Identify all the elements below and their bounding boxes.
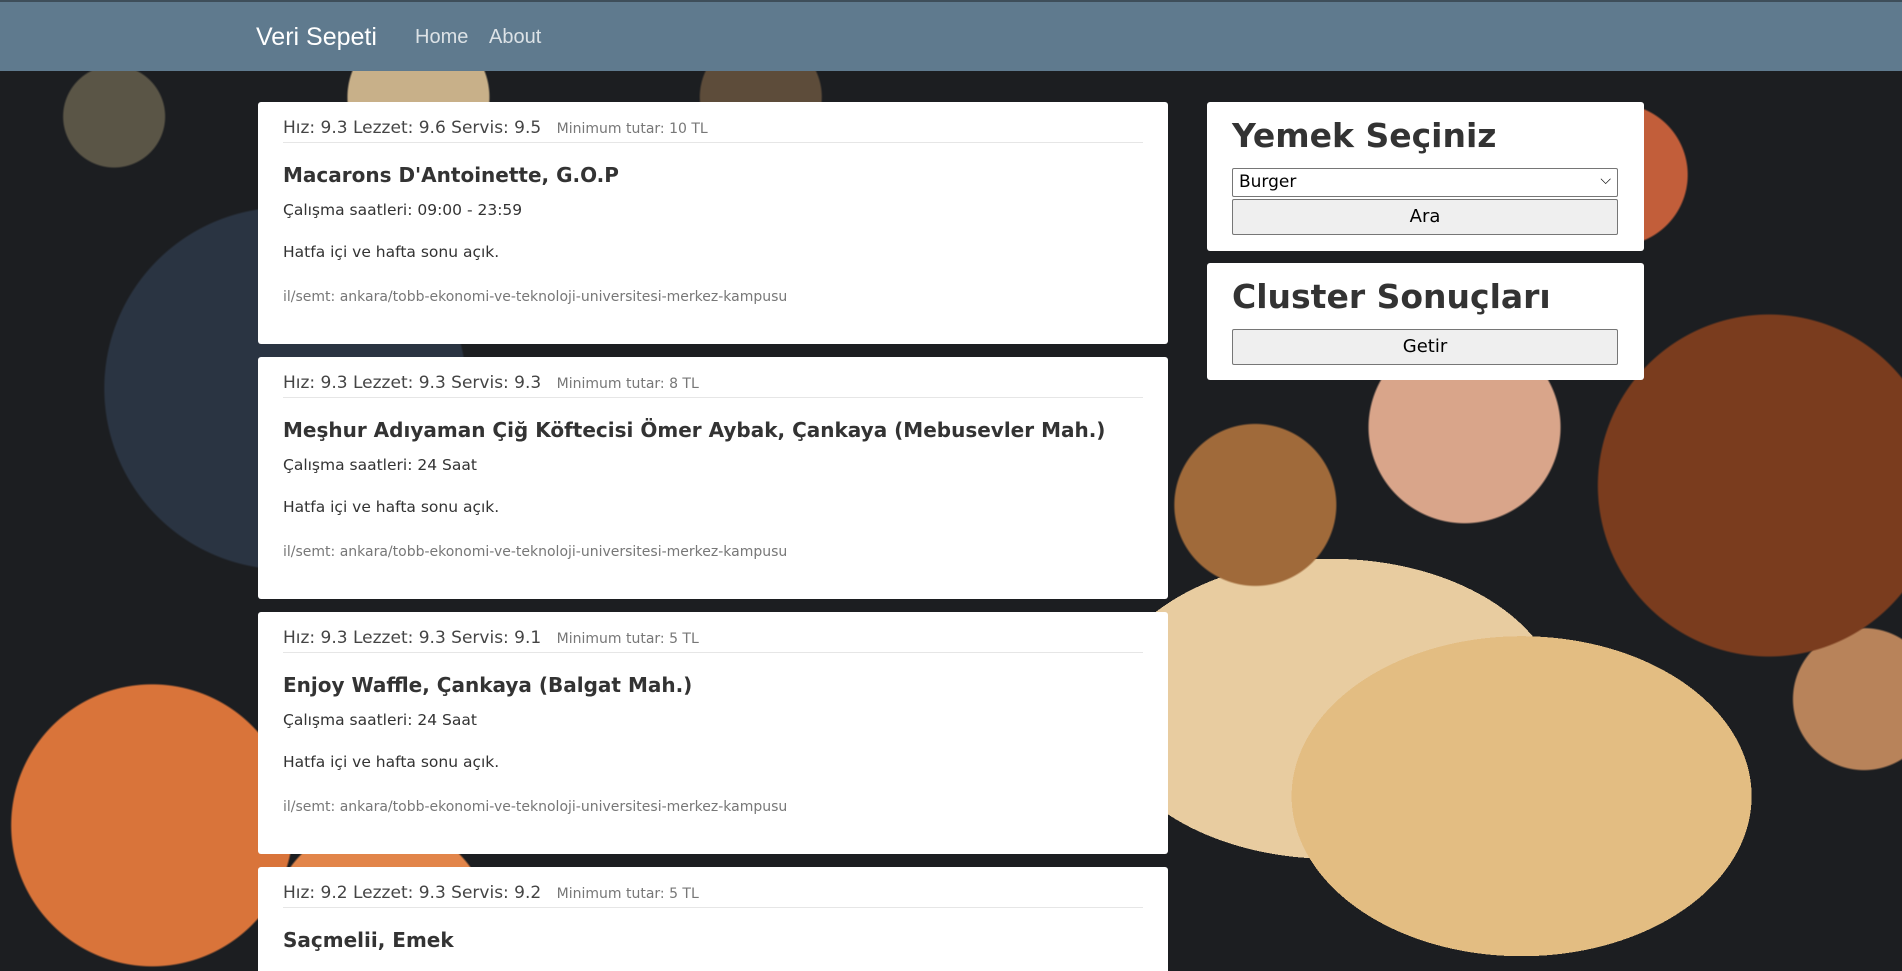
- restaurant-card: Hız: 9.3 Lezzet: 9.3 Servis: 9.3 Minimum…: [258, 357, 1168, 599]
- food-select-value: Burger: [1239, 172, 1297, 192]
- fetch-button[interactable]: Getir: [1232, 329, 1618, 365]
- minimum-amount: Minimum tutar: 5 TL: [556, 886, 699, 902]
- search-button[interactable]: Ara: [1232, 199, 1618, 235]
- location-text: il/semt: ankara/tobb-ekonomi-ve-teknoloj…: [283, 289, 788, 305]
- minimum-amount: Minimum tutar: 5 TL: [556, 631, 699, 647]
- nav-link-about[interactable]: About: [489, 26, 541, 49]
- cluster-panel: Cluster Sonuçları Getir: [1207, 263, 1644, 380]
- working-hours: Çalışma saatleri: 09:00 - 23:59: [283, 201, 523, 219]
- ratings-text: Hız: 9.3 Lezzet: 9.3 Servis: 9.3: [283, 373, 542, 393]
- restaurant-card: Hız: 9.3 Lezzet: 9.6 Servis: 9.5 Minimum…: [258, 102, 1168, 344]
- working-hours: Çalışma saatleri: 24 Saat: [283, 711, 477, 729]
- restaurant-name: Meşhur Adıyaman Çiğ Köftecisi Ömer Aybak…: [283, 418, 1106, 442]
- restaurant-name: Enjoy Waffle, Çankaya (Balgat Mah.): [283, 673, 693, 697]
- nav-link-home[interactable]: Home: [415, 26, 468, 49]
- ratings-text: Hız: 9.3 Lezzet: 9.6 Servis: 9.5: [283, 118, 542, 138]
- card-header: Hız: 9.3 Lezzet: 9.3 Servis: 9.1 Minimum…: [283, 628, 1143, 653]
- restaurant-card: Hız: 9.2 Lezzet: 9.3 Servis: 9.2 Minimum…: [258, 867, 1168, 971]
- working-hours: Çalışma saatleri: 24 Saat: [283, 456, 477, 474]
- restaurant-name: Saçmelii, Emek: [283, 928, 454, 952]
- ratings-text: Hız: 9.2 Lezzet: 9.3 Servis: 9.2: [283, 883, 542, 903]
- card-header: Hız: 9.3 Lezzet: 9.3 Servis: 9.3 Minimum…: [283, 373, 1143, 398]
- location-text: il/semt: ankara/tobb-ekonomi-ve-teknoloj…: [283, 799, 788, 815]
- open-days: Hatfa içi ve hafta sonu açık.: [283, 498, 500, 516]
- restaurant-name: Macarons D'Antoinette, G.O.P: [283, 163, 619, 187]
- food-select-panel: Yemek Seçiniz Burger ⌵ Ara: [1207, 102, 1644, 251]
- navbar: Veri Sepeti Home About: [0, 0, 1902, 71]
- card-header: Hız: 9.2 Lezzet: 9.3 Servis: 9.2 Minimum…: [283, 883, 1143, 908]
- food-select-dropdown[interactable]: Burger ⌵: [1232, 168, 1618, 197]
- minimum-amount: Minimum tutar: 8 TL: [556, 376, 699, 392]
- card-header: Hız: 9.3 Lezzet: 9.6 Servis: 9.5 Minimum…: [283, 118, 1143, 143]
- open-days: Hatfa içi ve hafta sonu açık.: [283, 753, 500, 771]
- minimum-amount: Minimum tutar: 10 TL: [556, 121, 708, 137]
- restaurant-card: Hız: 9.3 Lezzet: 9.3 Servis: 9.1 Minimum…: [258, 612, 1168, 854]
- ratings-text: Hız: 9.3 Lezzet: 9.3 Servis: 9.1: [283, 628, 542, 648]
- chevron-down-icon: ⌵: [1600, 172, 1611, 188]
- cluster-title: Cluster Sonuçları: [1232, 277, 1551, 316]
- location-text: il/semt: ankara/tobb-ekonomi-ve-teknoloj…: [283, 544, 788, 560]
- brand-logo[interactable]: Veri Sepeti: [256, 23, 377, 52]
- food-select-title: Yemek Seçiniz: [1232, 116, 1497, 155]
- open-days: Hatfa içi ve hafta sonu açık.: [283, 243, 500, 261]
